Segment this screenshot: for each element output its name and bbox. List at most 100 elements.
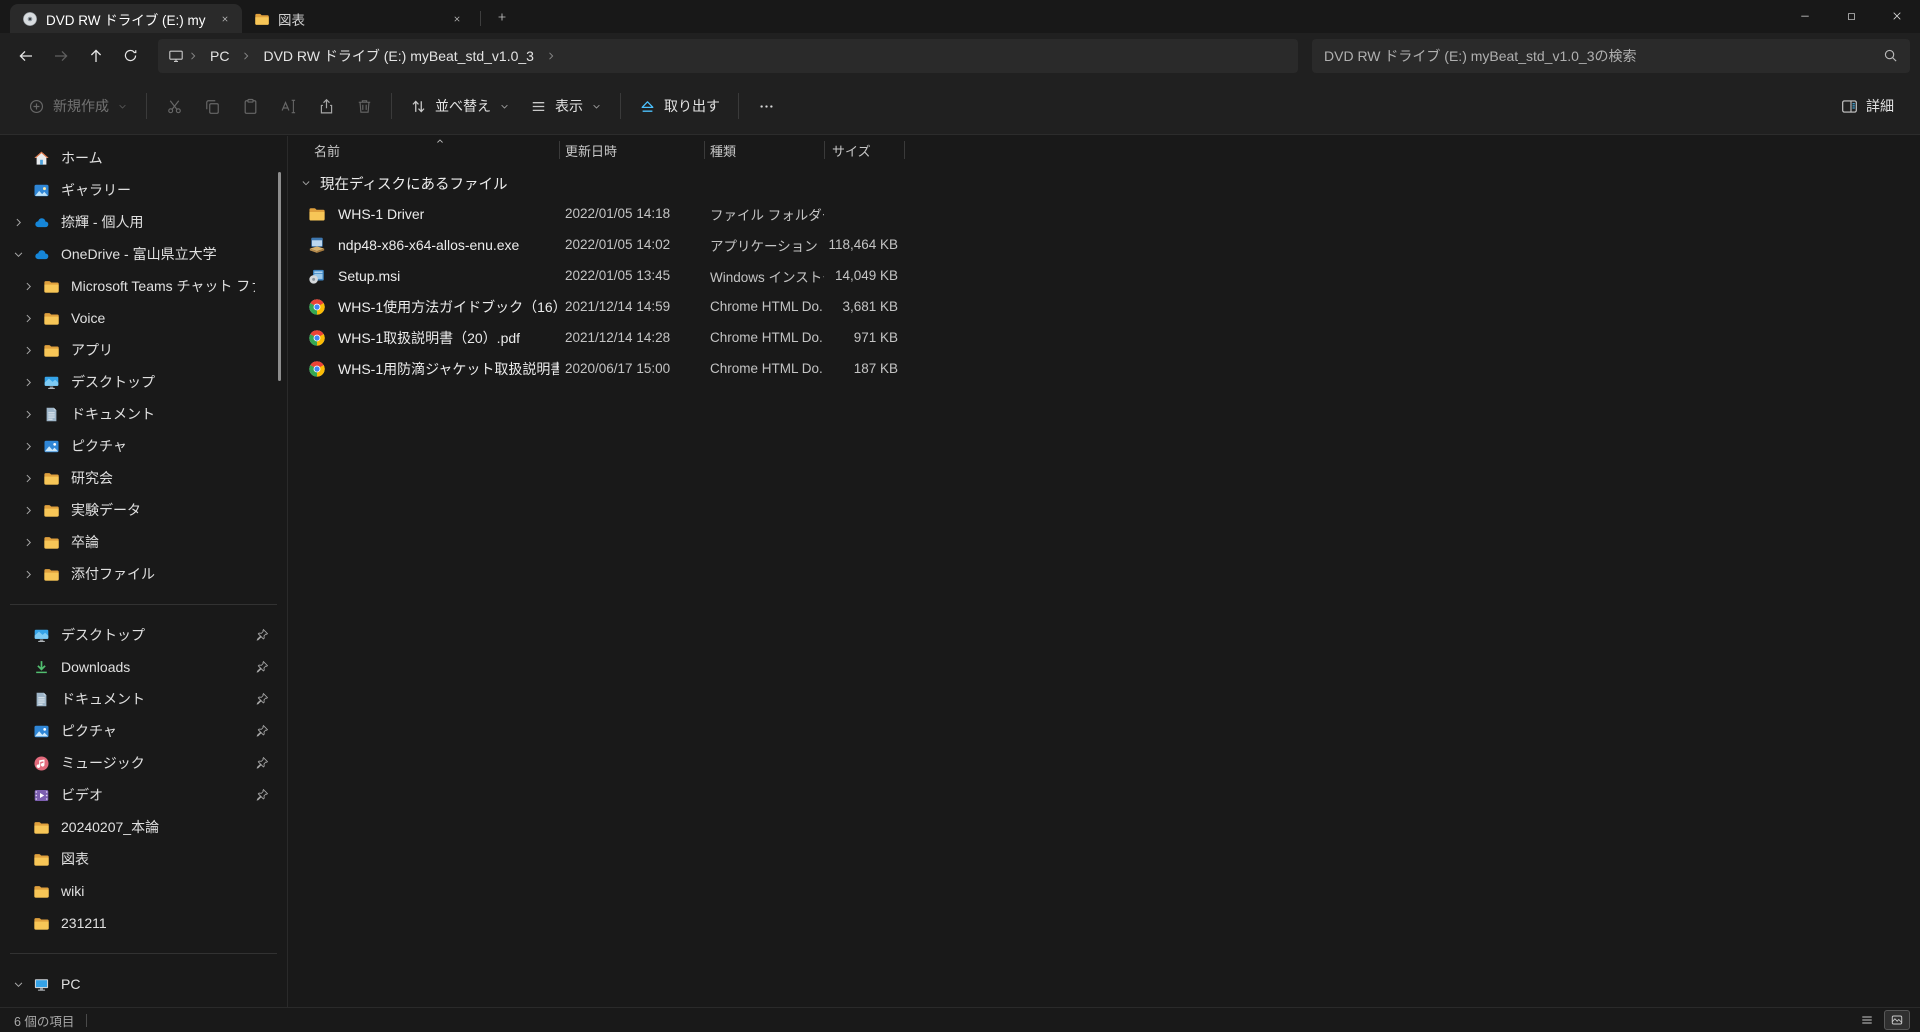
paste-icon: [242, 98, 259, 115]
paste-button[interactable]: [231, 88, 269, 124]
file-row[interactable]: WHS-1使用方法ガイドブック（16）.pdf 2021/12/14 14:59…: [300, 291, 1920, 322]
sidebar-item[interactable]: アプリ: [0, 334, 287, 366]
sort-button[interactable]: 並べ替え: [400, 88, 520, 124]
up-button[interactable]: [78, 39, 113, 73]
search-box[interactable]: DVD RW ドライブ (E:) myBeat_std_v1.0_3の検索: [1312, 39, 1910, 73]
sidebar-item[interactable]: 20240207_本論: [0, 811, 287, 843]
column-divider[interactable]: [904, 141, 905, 159]
expand-chevron-icon[interactable]: [22, 312, 35, 325]
column-divider[interactable]: [559, 141, 560, 159]
eject-button[interactable]: 取り出す: [629, 88, 730, 124]
sidebar-item[interactable]: ピクチャ: [0, 715, 287, 747]
close-button[interactable]: [1874, 0, 1920, 32]
expand-chevron-icon[interactable]: [22, 472, 35, 485]
details-pane-toggle[interactable]: 詳細: [1833, 88, 1902, 124]
sidebar-item[interactable]: wiki: [0, 875, 287, 907]
sidebar-item[interactable]: 図表: [0, 843, 287, 875]
sidebar-item-label: PC: [61, 976, 255, 992]
sidebar-item[interactable]: Microsoft Teams チャット ファイル: [0, 270, 287, 302]
column-divider[interactable]: [704, 141, 705, 159]
tab-close-button[interactable]: [214, 8, 236, 30]
sidebar-item[interactable]: デスクトップ: [0, 619, 287, 651]
expand-chevron-icon[interactable]: [22, 376, 35, 389]
thumbnail-view-button[interactable]: [1884, 1010, 1910, 1030]
view-button[interactable]: 表示: [520, 88, 612, 124]
column-header-size[interactable]: サイズ: [824, 141, 904, 160]
expand-chevron-icon[interactable]: [12, 216, 25, 229]
file-size: 14,049 KB: [824, 268, 904, 283]
sidebar-item[interactable]: ピクチャ: [0, 430, 287, 462]
expand-chevron-icon[interactable]: [22, 568, 35, 581]
expand-chevron-icon[interactable]: [22, 280, 35, 293]
column-header-type[interactable]: 種類: [704, 141, 824, 160]
pin-icon: [255, 628, 269, 642]
column-header-date[interactable]: 更新日時: [559, 141, 704, 160]
cut-button[interactable]: [155, 88, 193, 124]
delete-button[interactable]: [345, 88, 383, 124]
chevron-right-icon: [187, 50, 199, 62]
back-button[interactable]: [8, 39, 43, 73]
sidebar-item[interactable]: ギャラリー: [0, 174, 287, 206]
sidebar-item[interactable]: 231211: [0, 907, 287, 939]
expand-chevron-icon[interactable]: [22, 504, 35, 517]
forward-button[interactable]: [43, 39, 78, 73]
file-row[interactable]: WHS-1取扱説明書（20）.pdf 2021/12/14 14:28 Chro…: [300, 322, 1920, 353]
file-row[interactable]: WHS-1 Driver 2022/01/05 14:18 ファイル フォルダー: [300, 198, 1920, 229]
refresh-button[interactable]: [113, 39, 148, 73]
copy-button[interactable]: [193, 88, 231, 124]
file-size: 971 KB: [824, 330, 904, 345]
expand-chevron-icon[interactable]: [22, 440, 35, 453]
breadcrumb[interactable]: PC DVD RW ドライブ (E:) myBeat_std_v1.0_3: [158, 39, 1298, 73]
sidebar-item-pc[interactable]: PC: [0, 968, 287, 1000]
sidebar-item[interactable]: 研究会: [0, 462, 287, 494]
sidebar-item[interactable]: ドキュメント: [0, 398, 287, 430]
expand-chevron-icon[interactable]: [22, 344, 35, 357]
sidebar-item-label: Voice: [71, 310, 255, 326]
file-name-cell: WHS-1用防滴ジャケット取扱説明書（2）.p...: [300, 359, 559, 379]
new-tab-button[interactable]: [487, 3, 517, 31]
close-icon: [220, 14, 230, 24]
new-button[interactable]: 新規作成: [18, 88, 138, 124]
details-view-button[interactable]: [1854, 1010, 1880, 1030]
sidebar-item[interactable]: ドキュメント: [0, 683, 287, 715]
group-header[interactable]: 現在ディスクにあるファイル: [300, 168, 1920, 198]
sidebar-item[interactable]: Downloads: [0, 651, 287, 683]
sidebar-item[interactable]: ビデオ: [0, 779, 287, 811]
cut-icon: [166, 98, 183, 115]
sidebar-item-label: 実験データ: [71, 500, 255, 520]
file-row[interactable]: ndp48-x86-x64-allos-enu.exe 2022/01/05 1…: [300, 229, 1920, 260]
explorer-tab[interactable]: 図表: [242, 4, 474, 33]
share-button[interactable]: [307, 88, 345, 124]
sidebar-scrollbar[interactable]: [278, 172, 281, 381]
minimize-button[interactable]: [1782, 0, 1828, 32]
breadcrumb-item[interactable]: PC: [202, 45, 237, 67]
refresh-icon: [123, 48, 138, 63]
tab-close-button[interactable]: [446, 8, 468, 30]
maximize-button[interactable]: [1828, 0, 1874, 32]
sidebar-item-icon: [33, 214, 50, 231]
expand-chevron-icon[interactable]: [22, 408, 35, 421]
sidebar-item[interactable]: 添付ファイル: [0, 558, 287, 590]
rename-button[interactable]: [269, 88, 307, 124]
expand-chevron-icon[interactable]: [12, 978, 25, 991]
sidebar-item[interactable]: 卒論: [0, 526, 287, 558]
chevron-down-icon: [499, 101, 510, 112]
sidebar-item[interactable]: デスクトップ: [0, 366, 287, 398]
expand-chevron-icon[interactable]: [12, 248, 25, 261]
sidebar-item[interactable]: OneDrive - 富山県立大学: [0, 238, 287, 270]
sidebar-item[interactable]: ミュージック: [0, 747, 287, 779]
more-options-button[interactable]: [747, 88, 785, 124]
sidebar-item[interactable]: ホーム: [0, 142, 287, 174]
expand-chevron-icon[interactable]: [22, 536, 35, 549]
file-row[interactable]: WHS-1用防滴ジャケット取扱説明書（2）.p... 2020/06/17 15…: [300, 353, 1920, 384]
sidebar-tree: ホーム ギャラリー 捺輝 - 個人用 OneDrive - 富山県立大学: [0, 142, 287, 590]
column-divider[interactable]: [824, 141, 825, 159]
sidebar-item[interactable]: Voice: [0, 302, 287, 334]
column-header-name[interactable]: 名前: [300, 141, 559, 160]
file-row[interactable]: Setup.msi 2022/01/05 13:45 Windows インストー…: [300, 260, 1920, 291]
breadcrumb-item[interactable]: DVD RW ドライブ (E:) myBeat_std_v1.0_3: [255, 43, 541, 69]
toolbar-divider: [391, 93, 392, 119]
sidebar-item[interactable]: 実験データ: [0, 494, 287, 526]
sidebar-item[interactable]: 捺輝 - 個人用: [0, 206, 287, 238]
explorer-tab[interactable]: DVD RW ドライブ (E:) myBeat_st: [10, 4, 242, 33]
